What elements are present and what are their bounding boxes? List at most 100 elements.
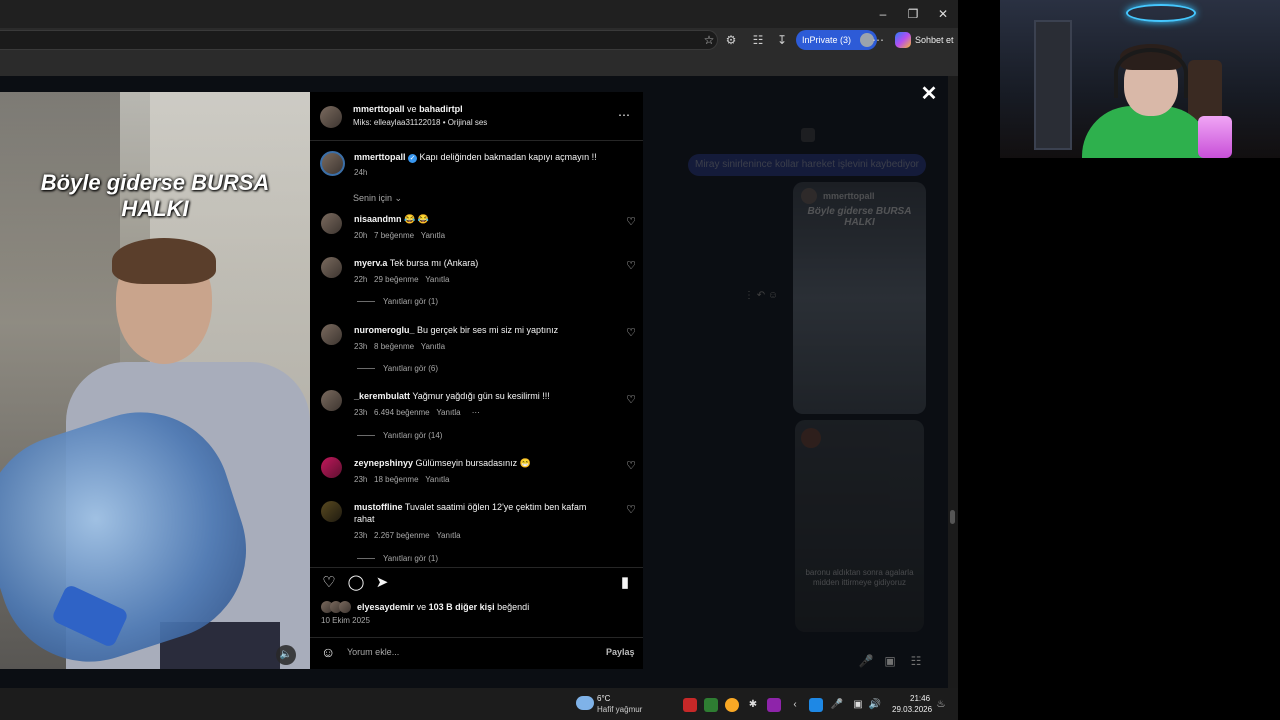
scrollbar-thumb[interactable] [950, 510, 955, 524]
post-author-avatar[interactable] [320, 106, 342, 128]
post-coauthor[interactable]: bahadirtpl [419, 104, 463, 114]
close-window-button[interactable]: ✕ [928, 4, 958, 24]
comment-user[interactable]: nuromeroglu_ [354, 325, 415, 335]
close-modal-icon[interactable]: ✕ [919, 84, 939, 104]
title-bar: – ❐ ✕ [0, 0, 958, 28]
tray-app-icon[interactable] [725, 698, 739, 712]
mute-toggle-icon[interactable]: 🔈 [276, 645, 296, 665]
like-comment-icon[interactable]: ♡ [625, 394, 637, 406]
view-replies-button[interactable]: Yanıtları gör (1) [357, 297, 438, 306]
restore-button[interactable]: ❐ [898, 4, 928, 24]
comment-likes[interactable]: 7 beğenme [374, 231, 414, 240]
copilot-label: Sohbet et [915, 35, 954, 45]
comment-options-icon[interactable]: ⋯ [472, 408, 480, 417]
copilot-button[interactable]: Sohbet et [895, 30, 954, 50]
likes-connector: ve [416, 602, 427, 612]
comment-body: Yağmur yağdığı gün su kesilirmi !!! [412, 391, 550, 401]
reel-video[interactable]: Böyle giderse BURSA HALKI 🔈 [0, 92, 310, 669]
collections-icon[interactable]: ☷ [749, 31, 767, 49]
weather-temp[interactable]: 6°C [597, 694, 610, 703]
divider [310, 637, 643, 638]
share-comment-button[interactable]: Paylaş [606, 647, 635, 657]
like-comment-icon[interactable]: ♡ [625, 460, 637, 472]
page-scrollbar[interactable] [948, 76, 958, 688]
likes-suffix: beğendi [497, 602, 530, 612]
comment-user[interactable]: myerv.a [354, 258, 387, 268]
avatar[interactable] [321, 257, 342, 278]
minimize-button[interactable]: – [868, 4, 898, 24]
microphone-icon[interactable]: 🎤 [830, 698, 844, 712]
avatar[interactable] [321, 213, 342, 234]
tray-app-icon[interactable] [767, 698, 781, 712]
page-header [0, 52, 958, 76]
security-shield-icon[interactable] [809, 698, 823, 712]
like-comment-icon[interactable]: ♡ [625, 504, 637, 516]
more-options-icon[interactable]: ⋯ [618, 108, 630, 122]
reply-link[interactable]: Yanıtla [436, 531, 460, 540]
clock-time[interactable]: 21:46 [910, 694, 930, 703]
reply-link[interactable]: Yanıtla [425, 275, 449, 284]
comment-input[interactable]: Yorum ekle... [347, 647, 587, 657]
post-header-authors: mmerttopall ve bahadirtpl [353, 104, 463, 114]
extensions-icon[interactable]: ⚙ [722, 31, 740, 49]
favorite-star-icon[interactable]: ☆ [700, 31, 718, 49]
comment-icon[interactable]: ◯ [347, 574, 365, 592]
avatar[interactable] [321, 457, 342, 478]
inprivate-label: InPrivate (3) [802, 35, 852, 45]
like-icon[interactable]: ♡ [320, 574, 338, 592]
video-title-line1: Böyle giderse BURSA [40, 170, 270, 195]
like-comment-icon[interactable]: ♡ [625, 327, 637, 339]
view-replies-button[interactable]: Yanıtları gör (1) [357, 554, 438, 563]
view-replies-button[interactable]: Yanıtları gör (6) [357, 364, 438, 373]
likes-summary[interactable]: elyesaydemir ve 103 B diğer kişi beğendi [357, 602, 529, 612]
tray-app-icon[interactable] [683, 698, 697, 712]
comment-body: Gülümseyin bursadasınız 😁 [415, 458, 531, 468]
divider [357, 368, 375, 370]
post-author-connector: ve [407, 104, 417, 114]
notification-bell-icon[interactable]: ♨ [934, 698, 948, 712]
weather-desc[interactable]: Hafif yağmur [597, 705, 642, 714]
comment-user[interactable]: nisaandmn [354, 214, 402, 224]
emoji-icon[interactable]: ☺ [321, 644, 335, 660]
divider [310, 140, 643, 141]
post-author[interactable]: mmerttopall [353, 104, 405, 114]
reply-link[interactable]: Yanıtla [425, 475, 449, 484]
avatar[interactable] [321, 390, 342, 411]
reply-link[interactable]: Yanıtla [436, 408, 460, 417]
more-menu-icon[interactable]: ⋯ [869, 31, 887, 49]
reply-link[interactable]: Yanıtla [421, 231, 445, 240]
comment-likes[interactable]: 6.494 beğenme [374, 408, 430, 417]
tray-app-icon[interactable] [704, 698, 718, 712]
comment-likes[interactable]: 29 beğenme [374, 275, 418, 284]
inprivate-badge[interactable]: InPrivate (3) [796, 30, 878, 50]
caption-user[interactable]: mmerttopall [354, 152, 406, 162]
comment-user[interactable]: mustoffline [354, 502, 403, 512]
address-bar[interactable]: ☆ [0, 30, 718, 50]
comment-likes[interactable]: 2.267 beğenme [374, 531, 430, 540]
browser-toolbar: ☆ ⚙ ☷ ↧ InPrivate (3) ⋯ Sohbet et [0, 28, 958, 52]
avatar[interactable] [321, 501, 342, 522]
network-icon[interactable]: ▣ [851, 698, 865, 712]
comment-likes[interactable]: 8 beğenme [374, 342, 414, 351]
browser-window: – ❐ ✕ ☆ ⚙ ☷ ↧ InPrivate (3) ⋯ Sohbet et … [0, 0, 958, 688]
tray-chevron-icon[interactable]: ‹ [788, 698, 802, 712]
download-icon[interactable]: ↧ [773, 31, 791, 49]
bluetooth-icon[interactable]: ✱ [746, 698, 760, 712]
chair-background [1188, 60, 1222, 120]
headset [1114, 48, 1188, 98]
comment-likes[interactable]: 18 beğenme [374, 475, 418, 484]
like-comment-icon[interactable]: ♡ [625, 216, 637, 228]
sort-dropdown[interactable]: Senin için ⌄ [353, 193, 402, 204]
reply-link[interactable]: Yanıtla [421, 342, 445, 351]
volume-icon[interactable]: 🔊 [868, 698, 882, 712]
share-icon[interactable]: ➤ [373, 574, 391, 592]
post-audio[interactable]: Miks: elleaylaa31122018 • Orijinal ses [353, 118, 487, 127]
save-bookmark-icon[interactable]: ▮ [616, 574, 634, 592]
caption-avatar[interactable] [320, 151, 345, 176]
avatar[interactable] [321, 324, 342, 345]
clock-date[interactable]: 29.03.2026 [892, 705, 932, 714]
comment-user[interactable]: zeynepshinyy [354, 458, 413, 468]
comment-user[interactable]: _kerembulatt [354, 391, 410, 401]
like-comment-icon[interactable]: ♡ [625, 260, 637, 272]
view-replies-button[interactable]: Yanıtları gör (14) [357, 431, 442, 440]
